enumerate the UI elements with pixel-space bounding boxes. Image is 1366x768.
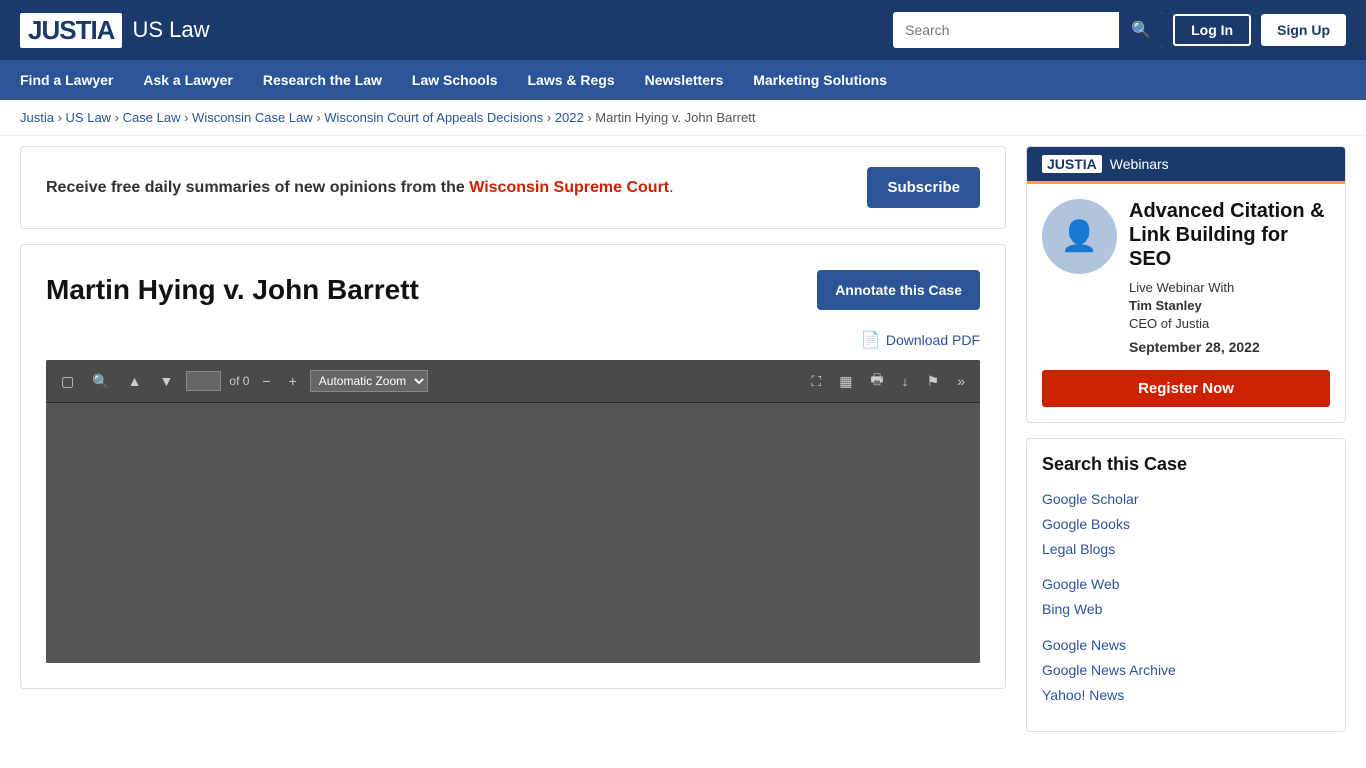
link-yahoo-news[interactable]: Yahoo! News (1042, 687, 1124, 703)
search-group-1: Google Scholar Google Books Legal Blogs (1042, 487, 1330, 563)
case-title: Martin Hying v. John Barrett (46, 274, 419, 306)
pdf-zoom-out-btn[interactable]: − (257, 370, 275, 392)
nav-newsletters[interactable]: Newsletters (645, 62, 724, 98)
case-container: Martin Hying v. John Barrett Annotate th… (20, 244, 1006, 689)
ad-logo: JUSTIA (1042, 155, 1102, 173)
pdf-bookmark-btn[interactable]: ⚑ (922, 370, 945, 393)
subscribe-prefix: Receive free daily summaries of new opin… (46, 179, 469, 196)
ad-name: Tim Stanley (1129, 297, 1330, 315)
nav-ask-lawyer[interactable]: Ask a Lawyer (143, 62, 233, 98)
login-button[interactable]: Log In (1173, 14, 1251, 46)
pdf-fullscreen-btn[interactable]: ⛶ (806, 370, 826, 393)
pdf-of-label: of 0 (229, 374, 249, 388)
subscribe-highlight: Wisconsin Supreme Court (469, 179, 669, 196)
link-google-news-archive[interactable]: Google News Archive (1042, 662, 1176, 678)
signup-button[interactable]: Sign Up (1261, 14, 1346, 46)
nav-research-law[interactable]: Research the Law (263, 62, 382, 98)
pdf-spread-btn[interactable]: ▦ (834, 370, 857, 393)
nav-marketing[interactable]: Marketing Solutions (753, 62, 887, 98)
link-legal-blogs[interactable]: Legal Blogs (1042, 541, 1115, 557)
ad-body: 👤 Advanced Citation & Link Building for … (1027, 184, 1345, 370)
search-wrapper: 🔍 (893, 12, 1163, 48)
breadcrumb-current: Martin Hying v. John Barrett (595, 110, 755, 125)
download-pdf-link[interactable]: 📄 Download PDF (861, 330, 980, 350)
download-pdf-area: 📄 Download PDF (46, 330, 980, 350)
link-google-books[interactable]: Google Books (1042, 516, 1130, 532)
breadcrumb-wi-appeals[interactable]: Wisconsin Court of Appeals Decisions (324, 110, 543, 125)
logo-area: JUSTIA US Law (20, 13, 210, 48)
search-case-box: Search this Case Google Scholar Google B… (1026, 438, 1346, 733)
link-google-scholar[interactable]: Google Scholar (1042, 491, 1139, 507)
pdf-next-btn[interactable]: ▼ (155, 370, 179, 392)
content-area: Receive free daily summaries of new opin… (20, 146, 1006, 732)
pdf-print-btn[interactable]: 🖶 (865, 366, 888, 396)
search-group-2: Google Web Bing Web (1042, 572, 1330, 622)
ad-date: September 28, 2022 (1129, 339, 1330, 355)
search-group-3: Google News Google News Archive Yahoo! N… (1042, 633, 1330, 709)
avatar: 👤 (1061, 219, 1098, 254)
annotate-button[interactable]: Annotate this Case (817, 270, 980, 310)
breadcrumb-2022[interactable]: 2022 (555, 110, 584, 125)
main-layout: Receive free daily summaries of new opin… (0, 136, 1366, 742)
breadcrumb-justia[interactable]: Justia (20, 110, 54, 125)
nav-laws-regs[interactable]: Laws & Regs (528, 62, 615, 98)
search-input[interactable] (893, 14, 1119, 46)
case-header: Martin Hying v. John Barrett Annotate th… (46, 270, 980, 310)
search-icon: 🔍 (1131, 22, 1151, 39)
pdf-prev-btn[interactable]: ▲ (123, 370, 147, 392)
pdf-icon: 📄 (861, 330, 881, 350)
search-case-links: Google Scholar Google Books Legal Blogs … (1042, 487, 1330, 717)
logo-justia: JUSTIA (20, 13, 122, 48)
subscribe-text: Receive free daily summaries of new opin… (46, 176, 674, 200)
ad-webinars-label: Webinars (1110, 156, 1169, 172)
register-button[interactable]: Register Now (1042, 370, 1330, 407)
ad-header: JUSTIA Webinars (1027, 147, 1345, 181)
header-right: 🔍 Log In Sign Up (893, 12, 1346, 48)
pdf-page-input[interactable]: 0 (186, 371, 221, 391)
ad-webinar-label: Live Webinar With (1129, 279, 1330, 297)
pdf-zoom-in-btn[interactable]: + (284, 370, 302, 392)
subscribe-button[interactable]: Subscribe (867, 167, 980, 208)
pdf-viewer: ▢ 🔍 ▲ ▼ 0 of 0 − + Automatic Zoom ⛶ ▦ 🖶 … (46, 360, 980, 663)
sidebar: JUSTIA Webinars 👤 Advanced Citation & Li… (1026, 146, 1346, 732)
search-button[interactable]: 🔍 (1119, 12, 1163, 48)
nav-find-lawyer[interactable]: Find a Lawyer (20, 62, 113, 98)
ad-photo: 👤 (1042, 199, 1117, 274)
main-nav: Find a Lawyer Ask a Lawyer Research the … (0, 60, 1366, 100)
nav-law-schools[interactable]: Law Schools (412, 62, 498, 98)
breadcrumb: Justia › US Law › Case Law › Wisconsin C… (0, 100, 1366, 136)
breadcrumb-wi-caselaw[interactable]: Wisconsin Case Law (192, 110, 313, 125)
download-pdf-label: Download PDF (886, 332, 980, 348)
ad-title: CEO of Justia (1129, 315, 1330, 333)
logo-uslaw: US Law (132, 17, 209, 43)
pdf-search-btn[interactable]: 🔍 (87, 370, 114, 393)
subscribe-banner: Receive free daily summaries of new opin… (20, 146, 1006, 229)
ad-heading: Advanced Citation & Link Building for SE… (1129, 199, 1330, 271)
subscribe-suffix: . (669, 179, 673, 196)
header: JUSTIA US Law 🔍 Log In Sign Up (0, 0, 1366, 60)
pdf-sidebar-btn[interactable]: ▢ (56, 370, 79, 393)
pdf-content (46, 403, 980, 663)
breadcrumb-uslaw[interactable]: US Law (66, 110, 112, 125)
pdf-more-btn[interactable]: » (952, 370, 970, 392)
link-bing-web[interactable]: Bing Web (1042, 601, 1102, 617)
link-google-web[interactable]: Google Web (1042, 576, 1120, 592)
sidebar-ad: JUSTIA Webinars 👤 Advanced Citation & Li… (1026, 146, 1346, 423)
search-case-title: Search this Case (1042, 454, 1330, 475)
breadcrumb-caselaw[interactable]: Case Law (123, 110, 181, 125)
pdf-toolbar: ▢ 🔍 ▲ ▼ 0 of 0 − + Automatic Zoom ⛶ ▦ 🖶 … (46, 360, 980, 403)
pdf-download-btn[interactable]: ↓ (897, 370, 914, 392)
link-google-news[interactable]: Google News (1042, 637, 1126, 653)
pdf-zoom-select[interactable]: Automatic Zoom (310, 370, 428, 392)
ad-text: Advanced Citation & Link Building for SE… (1129, 199, 1330, 355)
